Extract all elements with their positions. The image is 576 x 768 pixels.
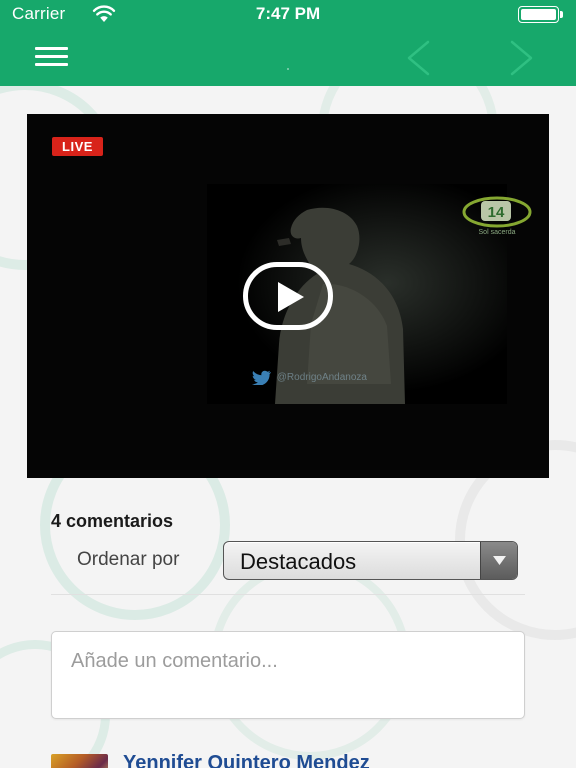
- status-bar: Carrier 7:47 PM: [0, 0, 576, 28]
- nav-bar: [0, 28, 576, 86]
- comments-count: 4 comentarios: [51, 511, 174, 531]
- play-icon: [278, 282, 304, 312]
- chevron-right-icon[interactable]: [502, 38, 542, 78]
- comment-item: Yennifer Quintero Mendez: [51, 752, 525, 768]
- sort-label: Ordenar por: [77, 549, 180, 570]
- clock: 7:47 PM: [255, 4, 321, 23]
- channel-logo-number: 14: [488, 204, 505, 221]
- avatar[interactable]: [51, 754, 108, 768]
- divider: [51, 594, 525, 595]
- sort-selected-value: Destacados: [240, 549, 357, 574]
- triangle-down-icon: [493, 556, 506, 565]
- comment-input[interactable]: [51, 631, 525, 719]
- twitter-icon: [252, 370, 271, 386]
- nav-title-dot: [287, 68, 289, 70]
- battery-icon: [518, 6, 564, 23]
- menu-icon[interactable]: [30, 42, 74, 72]
- live-badge: LIVE: [52, 137, 103, 156]
- video-player[interactable]: LIVE 14 Sol sacerda @RodrigoAndanoza: [27, 114, 549, 478]
- twitter-handle-label: @RodrigoAndanoza: [276, 372, 367, 384]
- chevron-left-icon[interactable]: [398, 38, 438, 78]
- channel-logo-subtext: Sol sacerda: [479, 229, 516, 236]
- play-button[interactable]: [243, 262, 333, 330]
- sort-dropdown[interactable]: Destacados: [223, 541, 518, 580]
- twitter-watermark: @RodrigoAndanoza: [252, 370, 367, 386]
- channel-logo: 14 Sol sacerda: [461, 194, 535, 238]
- dropdown-arrow[interactable]: [480, 542, 517, 579]
- comment-author-link[interactable]: Yennifer Quintero Mendez: [123, 752, 370, 768]
